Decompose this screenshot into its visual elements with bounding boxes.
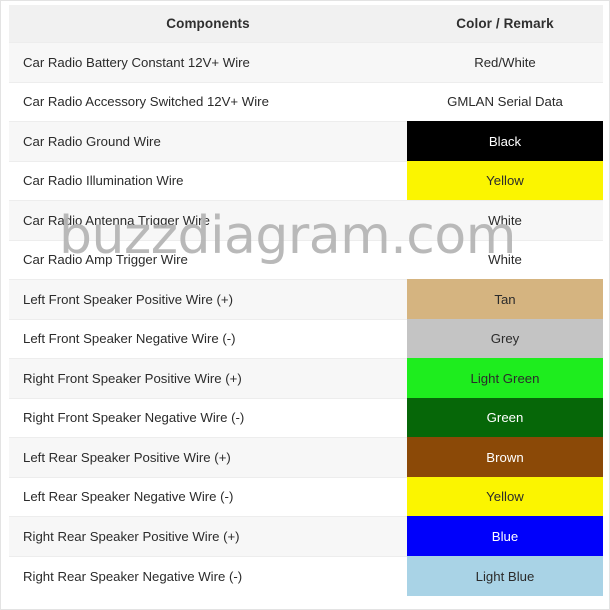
cell-component: Left Rear Speaker Positive Wire (+) (9, 437, 407, 477)
cell-color-swatch: Tan (407, 279, 603, 319)
table-row: Left Rear Speaker Positive Wire (+) Brown (9, 437, 603, 477)
cell-component: Right Front Speaker Negative Wire (-) (9, 397, 407, 438)
cell-color-swatch: White (407, 200, 603, 240)
column-header-color-remark: Color / Remark (407, 5, 603, 43)
cell-color-swatch: Green (407, 397, 603, 438)
cell-component: Car Radio Battery Constant 12V+ Wire (9, 42, 407, 82)
table-row: Car Radio Illumination Wire Yellow (9, 160, 603, 201)
table-row: Car Radio Ground Wire Black (9, 121, 603, 161)
table-row: Right Rear Speaker Negative Wire (-) Ligh… (9, 555, 603, 596)
cell-component: Car Radio Accessory Switched 12V+ Wire (9, 81, 407, 122)
cell-component: Right Rear Speaker Negative Wire (-) (9, 555, 407, 596)
cell-color-swatch: White (407, 239, 603, 280)
cell-color-swatch: Black (407, 121, 603, 161)
cell-color-swatch: GMLAN Serial Data (407, 81, 603, 122)
table-row: Car Radio Amp Trigger Wire White (9, 239, 603, 280)
table-row: Car Radio Accessory Switched 12V+ Wire GM… (9, 81, 603, 122)
cell-color-swatch: Grey (407, 318, 603, 359)
cell-component: Car Radio Amp Trigger Wire (9, 239, 407, 280)
table-body: Car Radio Battery Constant 12V+ Wire Red/… (9, 42, 603, 596)
cell-component: Right Front Speaker Positive Wire (+) (9, 358, 407, 398)
table-row: Right Front Speaker Negative Wire (-) Gre… (9, 397, 603, 438)
cell-component: Left Rear Speaker Negative Wire (-) (9, 476, 407, 517)
cell-component: Car Radio Illumination Wire (9, 160, 407, 201)
cell-component: Left Front Speaker Negative Wire (-) (9, 318, 407, 359)
cell-color-swatch: Yellow (407, 160, 603, 201)
table-row: Left Front Speaker Positive Wire (+) Tan (9, 279, 603, 319)
car-radio-wiring-table: Components Color / Remark Car Radio Batt… (9, 5, 603, 596)
cell-component: Car Radio Antenna Trigger Wire (9, 200, 407, 240)
table-container: Components Color / Remark Car Radio Batt… (9, 5, 603, 605)
table-row: Car Radio Battery Constant 12V+ Wire Red/… (9, 42, 603, 82)
table-row: Left Front Speaker Negative Wire (-) Grey (9, 318, 603, 359)
cell-color-swatch: Light Blue (407, 555, 603, 596)
table-row: Car Radio Antenna Trigger Wire White (9, 200, 603, 240)
cell-color-swatch: Yellow (407, 476, 603, 517)
cell-component: Car Radio Ground Wire (9, 121, 407, 161)
cell-color-swatch: Light Green (407, 358, 603, 398)
cell-color-swatch: Red/White (407, 42, 603, 82)
header-row: Components Color / Remark (9, 5, 603, 43)
cell-component: Left Front Speaker Positive Wire (+) (9, 279, 407, 319)
cell-color-swatch: Blue (407, 516, 603, 556)
table-row: Right Front Speaker Positive Wire (+) Lig… (9, 358, 603, 398)
wiring-table-page: Components Color / Remark Car Radio Batt… (0, 0, 610, 610)
cell-component: Right Rear Speaker Positive Wire (+) (9, 516, 407, 556)
cell-color-swatch: Brown (407, 437, 603, 477)
table-header: Components Color / Remark (9, 5, 603, 43)
table-row: Right Rear Speaker Positive Wire (+) Blue (9, 516, 603, 556)
table-row: Left Rear Speaker Negative Wire (-) Yello… (9, 476, 603, 517)
column-header-components: Components (9, 5, 407, 43)
